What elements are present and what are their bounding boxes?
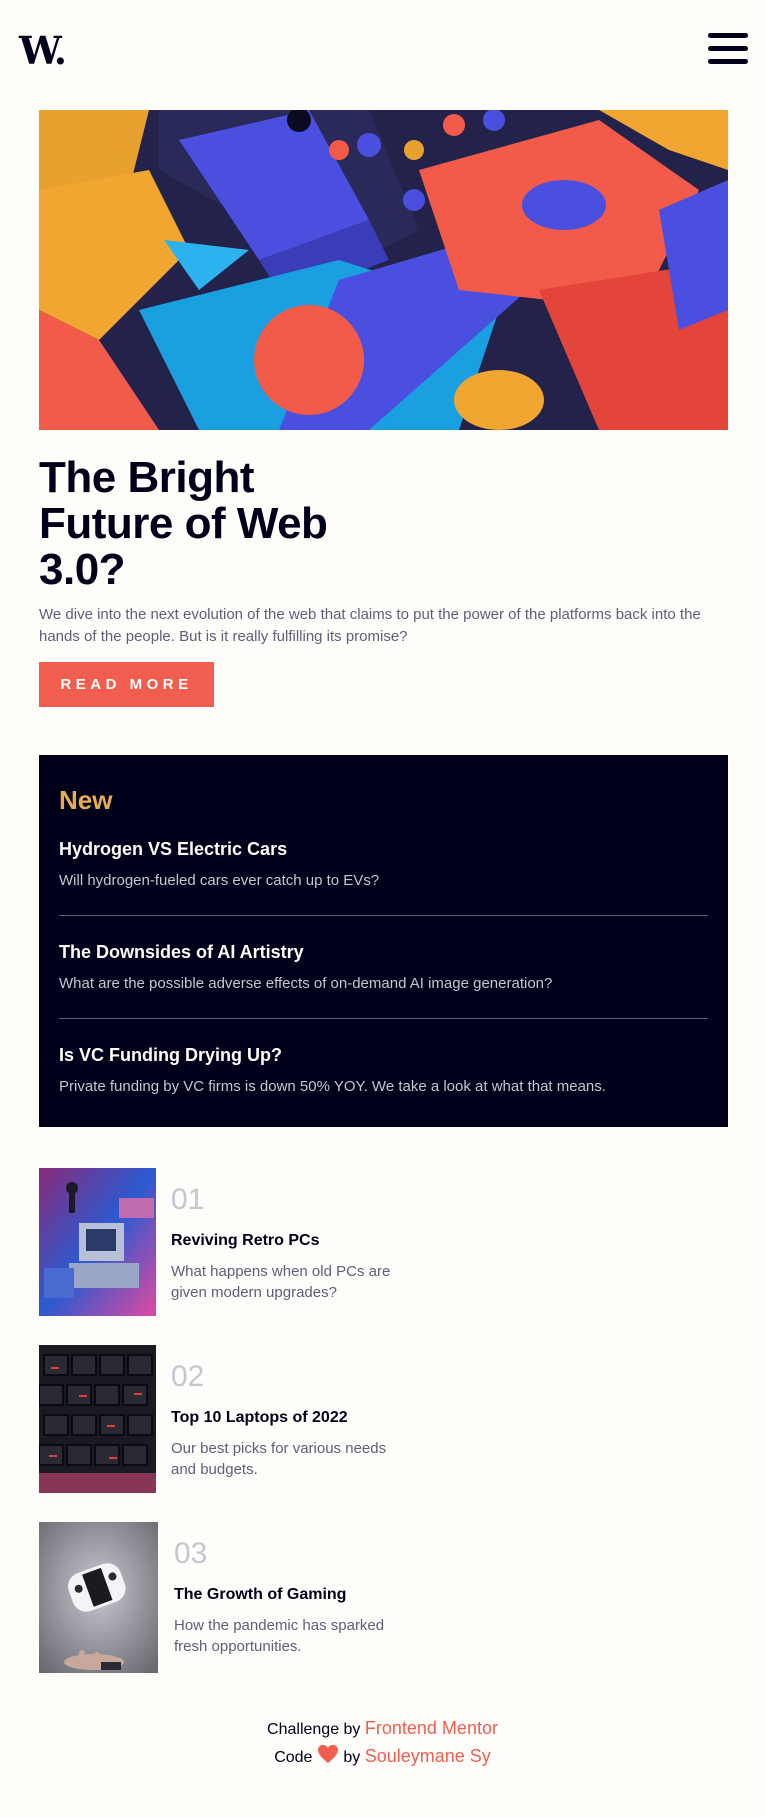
new-item-title[interactable]: Is VC Funding Drying Up? bbox=[59, 1043, 708, 1067]
new-section-heading: New bbox=[59, 785, 113, 815]
rank-description: What happens when old PCs are given mode… bbox=[171, 1263, 391, 1301]
rank-description: Our best picks for various needs and bud… bbox=[171, 1440, 387, 1478]
new-section: New Hydrogen VS Electric Cars Will hydro… bbox=[39, 755, 728, 1127]
hamburger-menu-icon[interactable] bbox=[708, 33, 748, 65]
gaming-thumbnail bbox=[39, 1522, 158, 1673]
retro-pcs-thumbnail bbox=[39, 1168, 156, 1316]
rank-title[interactable]: Top 10 Laptops of 2022 bbox=[171, 1409, 348, 1427]
ranked-article: 03 The Growth of Gaming How the pandemic… bbox=[39, 1522, 539, 1673]
challenge-prefix: Challenge by bbox=[267, 1721, 361, 1738]
new-item[interactable]: Hydrogen VS Electric Cars Will hydrogen-… bbox=[59, 837, 708, 892]
new-item-text: Private funding by VC firms is down 50% … bbox=[59, 1078, 606, 1095]
author-link[interactable]: Souleymane Sy bbox=[365, 1746, 491, 1766]
hero-image bbox=[39, 110, 728, 430]
rank-number: 02 bbox=[171, 1360, 205, 1393]
read-more-button[interactable]: READ MORE bbox=[39, 662, 214, 707]
attribution-line: Challenge by Frontend Mentor bbox=[0, 1715, 765, 1743]
frontend-mentor-link[interactable]: Frontend Mentor bbox=[365, 1718, 498, 1738]
by-text: by bbox=[343, 1749, 361, 1766]
new-item-title[interactable]: Hydrogen VS Electric Cars bbox=[59, 837, 708, 861]
laptops-thumbnail bbox=[39, 1345, 156, 1493]
new-item[interactable]: Is VC Funding Drying Up? Private funding… bbox=[59, 1043, 708, 1098]
new-item-title[interactable]: The Downsides of AI Artistry bbox=[59, 940, 708, 964]
logo[interactable]: W. bbox=[19, 28, 67, 73]
site-header: W. bbox=[0, 0, 765, 96]
hero-description: We dive into the next evolution of the w… bbox=[39, 606, 701, 645]
new-item-text: Will hydrogen-fueled cars ever catch up … bbox=[59, 872, 380, 889]
footer: Challenge by Frontend Mentor Code by Sou… bbox=[0, 1715, 765, 1771]
rank-title[interactable]: The Growth of Gaming bbox=[174, 1586, 346, 1604]
ranked-article: 02 Top 10 Laptops of 2022 Our best picks… bbox=[39, 1345, 539, 1495]
ranked-article: 01 Reviving Retro PCs What happens when … bbox=[39, 1168, 539, 1318]
hero-title: The Bright Future of Web 3.0? bbox=[39, 453, 328, 594]
rank-number: 01 bbox=[171, 1183, 205, 1216]
divider bbox=[59, 915, 708, 916]
new-item-text: What are the possible adverse effects of… bbox=[59, 975, 553, 992]
rank-number: 03 bbox=[174, 1537, 208, 1570]
new-item[interactable]: The Downsides of AI Artistry What are th… bbox=[59, 940, 708, 995]
code-prefix: Code bbox=[274, 1749, 313, 1766]
divider bbox=[59, 1018, 708, 1019]
rank-title[interactable]: Reviving Retro PCs bbox=[171, 1232, 319, 1250]
rank-description: How the pandemic has sparked fresh oppor… bbox=[174, 1617, 385, 1655]
heart-icon bbox=[317, 1744, 338, 1764]
author-line: Code by Souleymane Sy bbox=[0, 1743, 765, 1771]
